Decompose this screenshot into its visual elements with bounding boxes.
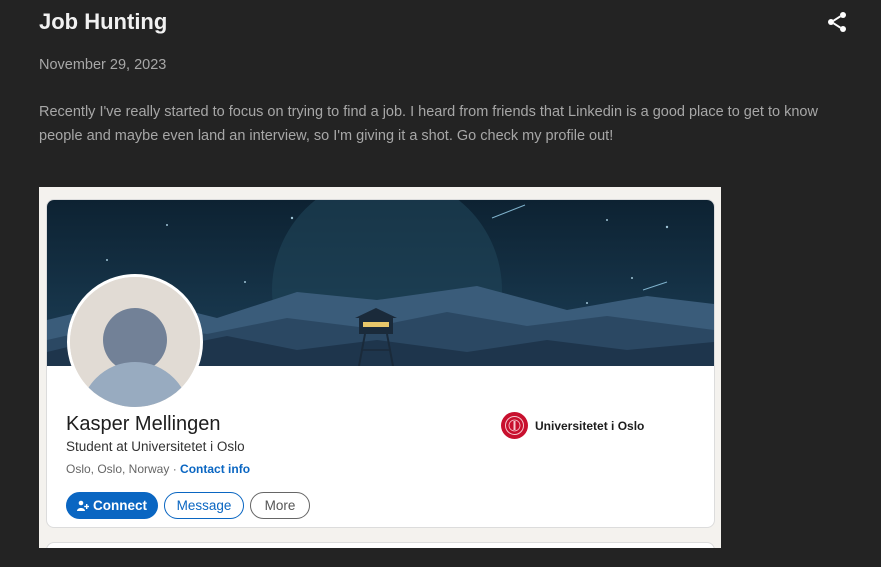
connect-button[interactable]: Connect	[66, 492, 158, 519]
contact-info-link[interactable]: Contact info	[180, 462, 250, 476]
school-name: Universitetet i Oslo	[535, 418, 645, 433]
post-title: Job Hunting	[39, 9, 168, 34]
default-person-icon	[70, 277, 200, 407]
next-profile-section	[46, 542, 715, 548]
university-seal-icon	[501, 412, 528, 439]
linkedin-profile-screenshot: Kasper Mellingen Student at Universitete…	[39, 187, 721, 548]
share-icon[interactable]	[825, 10, 849, 34]
avatar[interactable]	[67, 274, 203, 410]
profile-card: Kasper Mellingen Student at Universitete…	[46, 199, 715, 528]
profile-name: Kasper Mellingen	[66, 413, 221, 435]
more-button[interactable]: More	[250, 492, 310, 519]
school-link[interactable]: Universitetet i Oslo	[501, 412, 644, 439]
profile-location-line: Oslo, Oslo, Norway · Contact info	[66, 462, 250, 476]
post-body: Recently I've really started to focus on…	[39, 104, 818, 144]
location-separator: ·	[169, 462, 181, 476]
message-button[interactable]: Message	[164, 492, 244, 519]
connect-label: Connect	[93, 498, 147, 513]
profile-location: Oslo, Oslo, Norway	[66, 462, 170, 476]
profile-headline: Student at Universitetet i Oslo	[66, 439, 245, 454]
add-person-icon	[77, 500, 89, 512]
post-date: November 29, 2023	[39, 57, 167, 73]
